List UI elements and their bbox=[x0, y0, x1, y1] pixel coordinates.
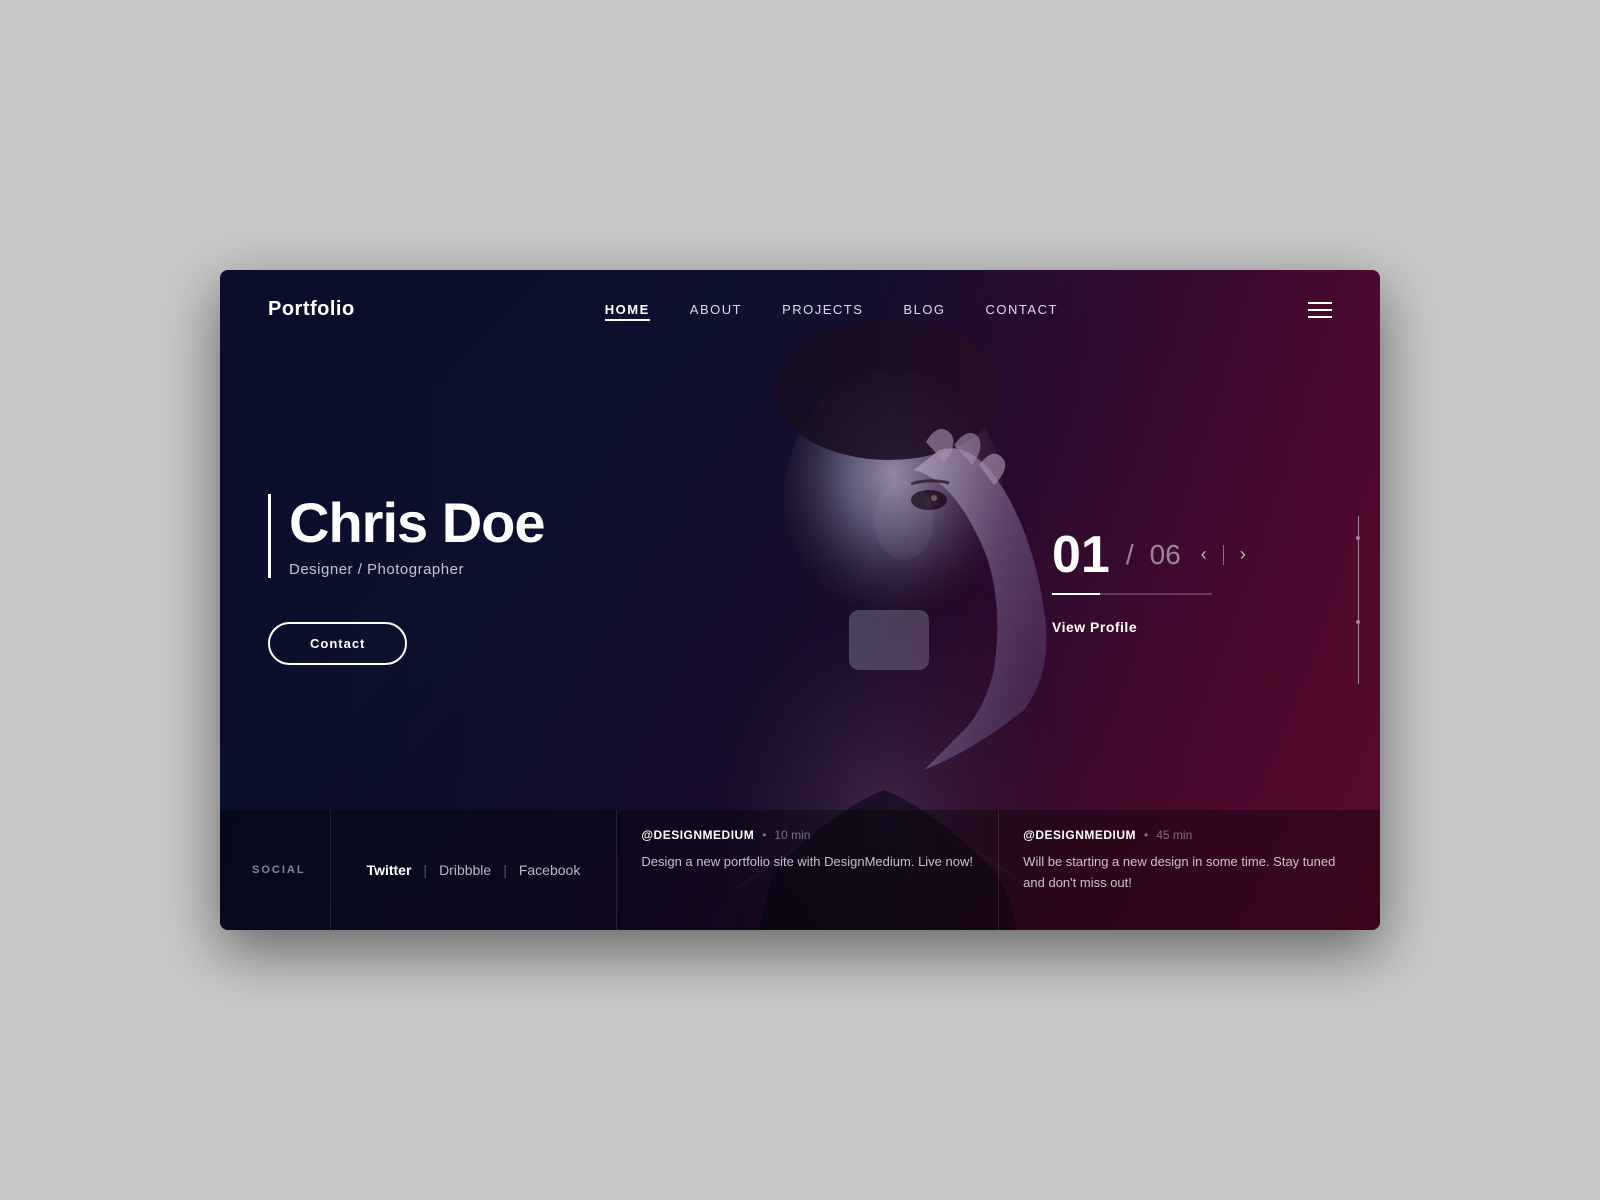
slide-counter: 01 / 06 ‹ › bbox=[1052, 525, 1250, 585]
slide-current: 01 bbox=[1052, 525, 1110, 585]
tweet-handle-1: @DESIGNMEDIUM bbox=[641, 828, 754, 842]
hero-right: 01 / 06 ‹ › View Profile bbox=[1052, 525, 1332, 635]
hamburger-line-2 bbox=[1308, 309, 1332, 311]
hero-left: Chris Doe Designer / Photographer Contac… bbox=[268, 494, 688, 665]
tweet-meta-2: @DESIGNMEDIUM • 45 min bbox=[1023, 828, 1356, 842]
slide-progress-bar bbox=[1052, 593, 1212, 595]
social-bar: SOCIAL Twitter | Dribbble | Facebook @DE… bbox=[220, 810, 1380, 930]
slide-prev-button[interactable]: ‹ bbox=[1197, 540, 1211, 569]
contact-button[interactable]: Contact bbox=[268, 622, 407, 665]
tweet-dot-2: • bbox=[1144, 828, 1148, 842]
hero-name: Chris Doe bbox=[289, 494, 688, 553]
navbar: Portfolio HOME ABOUT PROJECTS BLOG CONTA… bbox=[220, 270, 1380, 349]
nav-item-projects[interactable]: PROJECTS bbox=[782, 301, 863, 319]
tweet-text-1: Design a new portfolio site with DesignM… bbox=[641, 852, 974, 873]
tweet-dot-1: • bbox=[762, 828, 766, 842]
nav-link-contact[interactable]: CONTACT bbox=[986, 302, 1058, 317]
nav-item-contact[interactable]: CONTACT bbox=[986, 301, 1058, 319]
hamburger-menu[interactable] bbox=[1308, 302, 1332, 318]
social-tabs: Twitter | Dribbble | Facebook bbox=[331, 810, 618, 930]
tweet-text-2: Will be starting a new design in some ti… bbox=[1023, 852, 1356, 894]
tweet-handle-2: @DESIGNMEDIUM bbox=[1023, 828, 1136, 842]
social-label-column: SOCIAL bbox=[220, 810, 331, 930]
nav-item-home[interactable]: HOME bbox=[605, 301, 650, 319]
view-profile-link[interactable]: View Profile bbox=[1052, 619, 1137, 635]
hero-section: Portfolio HOME ABOUT PROJECTS BLOG CONTA… bbox=[220, 270, 1380, 930]
social-feed: @DESIGNMEDIUM • 10 min Design a new port… bbox=[617, 810, 1380, 930]
hamburger-line-1 bbox=[1308, 302, 1332, 304]
social-tab-dribbble[interactable]: Dribbble bbox=[427, 862, 503, 878]
name-block: Chris Doe Designer / Photographer bbox=[268, 494, 688, 578]
hero-content: Chris Doe Designer / Photographer Contac… bbox=[220, 349, 1380, 810]
social-label: SOCIAL bbox=[252, 864, 306, 876]
slide-nav: ‹ › bbox=[1197, 540, 1250, 569]
tweet-card-2: @DESIGNMEDIUM • 45 min Will be starting … bbox=[999, 810, 1380, 930]
nav-link-blog[interactable]: BLOG bbox=[903, 302, 945, 317]
tweet-time-2: 45 min bbox=[1156, 828, 1192, 842]
nav-link-about[interactable]: ABOUT bbox=[690, 302, 742, 317]
slide-nav-separator bbox=[1223, 545, 1224, 565]
hamburger-line-3 bbox=[1308, 316, 1332, 318]
slide-progress-fill bbox=[1052, 593, 1100, 595]
hero-subtitle: Designer / Photographer bbox=[289, 561, 688, 578]
nav-link-home[interactable]: HOME bbox=[605, 302, 650, 321]
tweet-time-1: 10 min bbox=[774, 828, 810, 842]
nav-item-about[interactable]: ABOUT bbox=[690, 301, 742, 319]
social-tab-twitter[interactable]: Twitter bbox=[355, 862, 424, 878]
nav-links: HOME ABOUT PROJECTS BLOG CONTACT bbox=[605, 301, 1058, 319]
slide-divider: / bbox=[1126, 539, 1134, 571]
slide-total: 06 bbox=[1150, 539, 1181, 571]
tweet-card-1: @DESIGNMEDIUM • 10 min Design a new port… bbox=[617, 810, 999, 930]
social-tab-facebook[interactable]: Facebook bbox=[507, 862, 592, 878]
slide-next-button[interactable]: › bbox=[1236, 540, 1250, 569]
browser-window: Portfolio HOME ABOUT PROJECTS BLOG CONTA… bbox=[220, 270, 1380, 930]
brand-logo: Portfolio bbox=[268, 298, 355, 321]
tweet-meta-1: @DESIGNMEDIUM • 10 min bbox=[641, 828, 974, 842]
nav-item-blog[interactable]: BLOG bbox=[903, 301, 945, 319]
nav-link-projects[interactable]: PROJECTS bbox=[782, 302, 863, 317]
